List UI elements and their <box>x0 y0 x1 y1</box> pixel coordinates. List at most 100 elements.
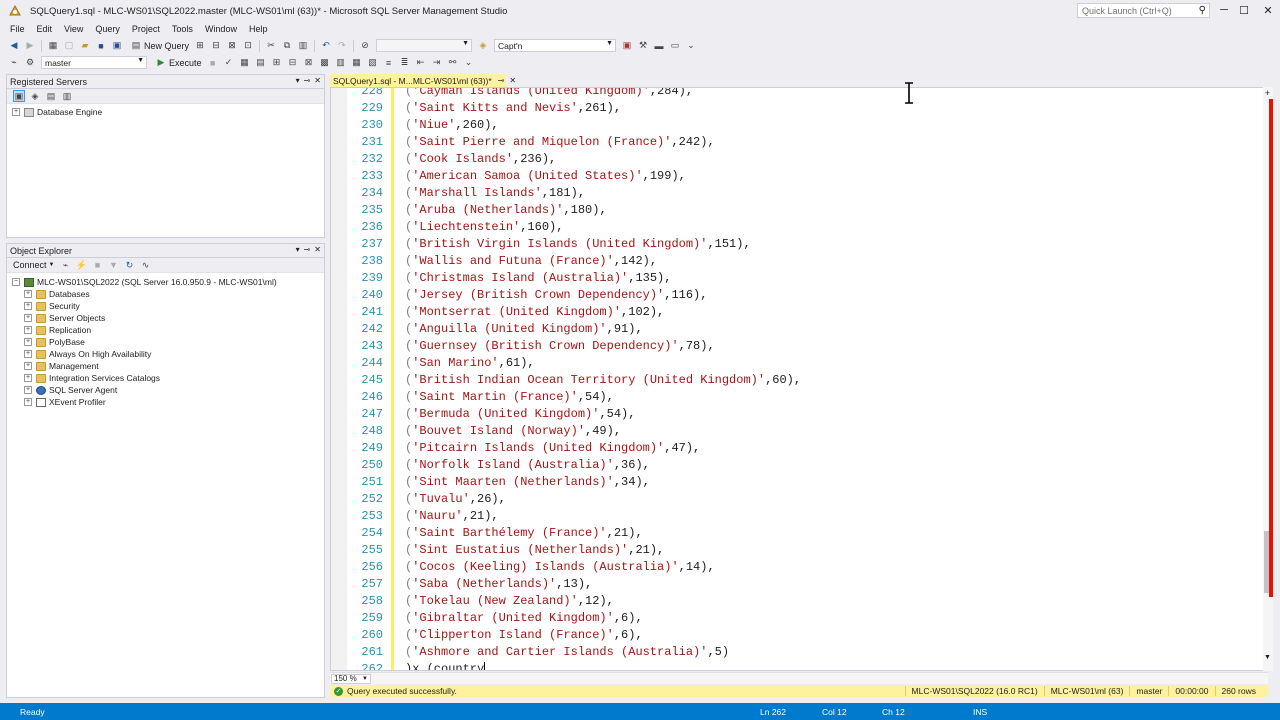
stop-icon[interactable]: ■ <box>91 259 103 271</box>
menu-window[interactable]: Window <box>199 24 243 34</box>
window-icon[interactable]: ▭ <box>669 40 681 52</box>
client-stats-icon[interactable]: ▩ <box>319 57 331 69</box>
increase-indent-icon[interactable]: ⇥ <box>431 57 443 69</box>
connect-icon[interactable]: ⌁ <box>8 57 20 69</box>
editor-vertical-scrollbar[interactable]: + ▼ <box>1263 87 1273 671</box>
menu-edit[interactable]: Edit <box>31 24 59 34</box>
specify-values-icon[interactable]: ⚯ <box>447 57 459 69</box>
tree-item-replication[interactable]: + Replication <box>12 324 324 336</box>
toolbar-options-icon[interactable]: ⌄ <box>463 57 475 69</box>
pin-icon[interactable]: ⊸ <box>304 76 311 85</box>
comment-icon[interactable]: ≡ <box>383 57 395 69</box>
new-query-button[interactable]: ▤ New Query <box>128 40 189 52</box>
connect-plug-icon[interactable]: ⌁ <box>59 259 71 271</box>
query-editor[interactable]: 228 ('Cayman Islands (United Kingdom)',28… <box>330 87 1268 671</box>
refresh-icon[interactable]: ↻ <box>123 259 135 271</box>
toolbox-icon[interactable]: ▬ <box>653 40 665 52</box>
dropdown-icon[interactable]: ▾ <box>296 76 300 85</box>
include-plan-icon[interactable]: ⊟ <box>287 57 299 69</box>
tree-item-management[interactable]: + Management <box>12 360 324 372</box>
close-icon[interactable]: ✕ <box>314 245 321 254</box>
dropdown-icon[interactable]: ▾ <box>296 245 300 254</box>
execute-button[interactable]: ▶ Execute <box>153 57 202 69</box>
dmx-query-icon[interactable]: ⊟ <box>210 40 222 52</box>
menu-project[interactable]: Project <box>126 24 166 34</box>
pin-icon[interactable]: ⊸ <box>304 245 311 254</box>
zoom-combo[interactable]: 150 % ▼ <box>331 673 371 684</box>
close-icon[interactable]: ✕ <box>509 76 516 85</box>
add-item-icon[interactable]: ▢ <box>63 40 75 52</box>
solution-config-combo[interactable]: ▼ <box>376 39 473 52</box>
integration-services-icon[interactable]: ▥ <box>61 90 73 102</box>
find-combo[interactable]: Capt'n ▼ <box>494 39 617 52</box>
stop-icon[interactable]: ■ <box>207 57 219 69</box>
query-designer-icon[interactable]: ▤ <box>255 57 267 69</box>
activity-icon[interactable]: ∿ <box>139 259 151 271</box>
tab-sqlquery1[interactable]: SQLQuery1.sql - M...MLC-WS01\ml (63))* ⊸… <box>330 74 516 87</box>
tree-item-server-objects[interactable]: + Server Objects <box>12 312 324 324</box>
new-project-icon[interactable]: ▦ <box>47 40 59 52</box>
results-grid-icon[interactable]: ▦ <box>351 57 363 69</box>
split-plus-icon[interactable]: + <box>1263 89 1272 98</box>
pin-icon[interactable]: ⊸ <box>498 76 505 85</box>
menu-help[interactable]: Help <box>243 24 274 34</box>
tree-item-security[interactable]: + Security <box>12 300 324 312</box>
cut-icon[interactable]: ✂ <box>265 40 277 52</box>
expand-icon[interactable]: + <box>24 374 32 382</box>
display-plan-icon[interactable]: ▦ <box>239 57 251 69</box>
connect-button[interactable]: Connect ▼ <box>13 260 54 270</box>
save-all-icon[interactable]: ▣ <box>111 40 123 52</box>
menu-query[interactable]: Query <box>89 24 126 34</box>
disconnect-icon[interactable]: ⚡ <box>75 259 87 271</box>
tree-item-polybase[interactable]: + PolyBase <box>12 336 324 348</box>
intellisense-icon[interactable]: ⊞ <box>271 57 283 69</box>
expand-icon[interactable]: + <box>24 326 32 334</box>
tree-item-xevent-profiler[interactable]: + XEvent Profiler <box>12 396 324 408</box>
redo-icon[interactable]: ↷ <box>336 40 348 52</box>
results-file-icon[interactable]: ▧ <box>367 57 379 69</box>
menu-file[interactable]: File <box>4 24 31 34</box>
scrollbar-thumb[interactable] <box>1264 531 1269 593</box>
expand-icon[interactable]: + <box>24 302 32 310</box>
toolbar-options-icon[interactable]: ⌄ <box>685 40 697 52</box>
tree-item-databases[interactable]: + Databases <box>12 288 324 300</box>
mdx-query-icon[interactable]: ⊞ <box>194 40 206 52</box>
menu-tools[interactable]: Tools <box>166 24 199 34</box>
tree-item-always-on[interactable]: + Always On High Availability <box>12 348 324 360</box>
save-icon[interactable]: ■ <box>95 40 107 52</box>
wrench-icon[interactable]: ⚒ <box>637 40 649 52</box>
live-stats-icon[interactable]: ⊠ <box>303 57 315 69</box>
xmla-query-icon[interactable]: ⊠ <box>226 40 238 52</box>
filter-icon[interactable]: ▼ <box>107 259 119 271</box>
paste-icon[interactable]: ▥ <box>297 40 309 52</box>
expand-icon[interactable]: + <box>24 386 32 394</box>
change-connection-icon[interactable]: ⚙ <box>24 57 36 69</box>
expand-icon[interactable]: + <box>24 314 32 322</box>
scroll-down-icon[interactable]: ▼ <box>1264 654 1271 661</box>
results-text-icon[interactable]: ▥ <box>335 57 347 69</box>
expand-icon[interactable]: + <box>12 108 20 116</box>
expand-icon[interactable]: + <box>24 290 32 298</box>
back-icon[interactable]: ◀ <box>8 40 20 52</box>
analysis-services-icon[interactable]: ◈ <box>29 90 41 102</box>
activity-monitor-icon[interactable]: ⊘ <box>359 40 371 52</box>
reporting-services-icon[interactable]: ▤ <box>45 90 57 102</box>
close-icon[interactable]: ✕ <box>314 76 321 85</box>
open-file-icon[interactable]: ▰ <box>79 40 91 52</box>
forward-icon[interactable]: ▶ <box>24 40 36 52</box>
parse-icon[interactable]: ✓ <box>223 57 235 69</box>
tree-item-sql-server-agent[interactable]: + SQL Server Agent <box>12 384 324 396</box>
properties-icon[interactable]: ▣ <box>621 40 633 52</box>
expand-icon[interactable]: + <box>24 398 32 406</box>
copy-icon[interactable]: ⧉ <box>281 40 293 52</box>
expand-icon[interactable]: + <box>24 338 32 346</box>
quick-launch-input[interactable]: Quick Launch (Ctrl+Q) ⚲ <box>1077 3 1210 18</box>
uncomment-icon[interactable]: ≣ <box>399 57 411 69</box>
maximize-button[interactable]: ☐ <box>1232 0 1256 20</box>
database-engine-icon[interactable]: ▣ <box>13 90 25 102</box>
dax-query-icon[interactable]: ⊡ <box>242 40 254 52</box>
tree-item-integration-services[interactable]: + Integration Services Catalogs <box>12 372 324 384</box>
tree-item-server[interactable]: − MLC-WS01\SQL2022 (SQL Server 16.0.950.… <box>12 276 324 288</box>
decrease-indent-icon[interactable]: ⇤ <box>415 57 427 69</box>
available-databases-combo[interactable]: master ▼ <box>41 56 147 69</box>
